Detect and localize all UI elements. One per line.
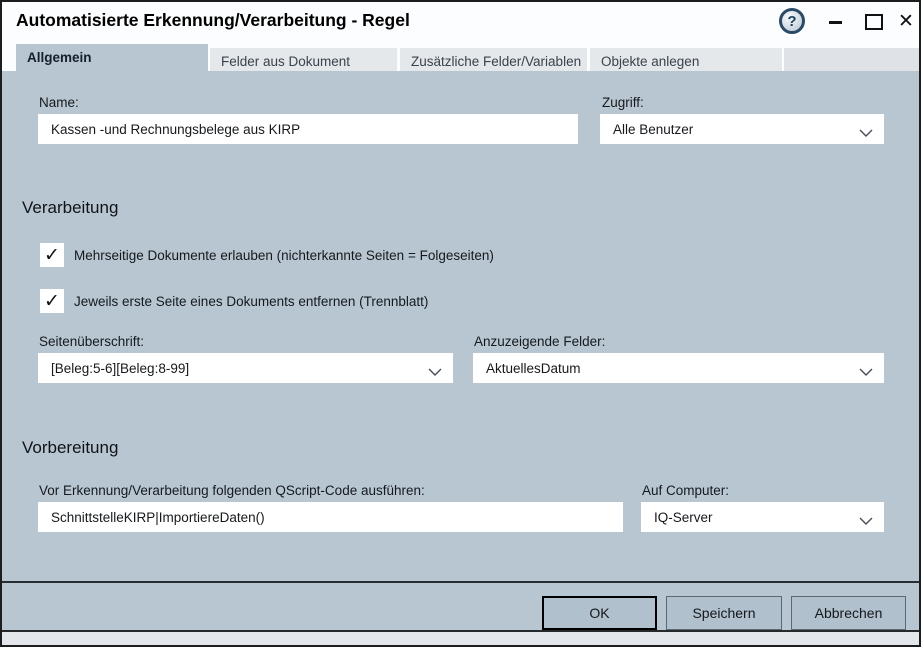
tab-strip-filler bbox=[784, 48, 919, 71]
speichern-button[interactable]: Speichern bbox=[666, 596, 782, 630]
checkmark-icon: ✓ bbox=[44, 244, 60, 267]
chevron-down-icon bbox=[859, 125, 873, 140]
seitenueberschrift-label: Seitenüberschrift: bbox=[39, 334, 144, 349]
window-title: Automatisierte Erkennung/Verarbeitung - … bbox=[16, 10, 410, 31]
zugriff-selected-value: Alle Benutzer bbox=[613, 122, 693, 137]
name-input[interactable] bbox=[38, 114, 578, 144]
maximize-button[interactable] bbox=[859, 8, 885, 34]
multipage-checkbox[interactable]: ✓ bbox=[40, 243, 64, 267]
close-button[interactable]: ✕ bbox=[893, 8, 919, 34]
question-mark-icon: ? bbox=[787, 13, 796, 30]
tab-felder-aus-dokument[interactable]: Felder aus Dokument bbox=[210, 48, 397, 71]
footer-separator bbox=[2, 581, 919, 583]
chevron-down-icon bbox=[859, 364, 873, 379]
qscript-input[interactable] bbox=[38, 502, 623, 532]
seitenueberschrift-selected-value: [Beleg:5-6][Beleg:8-99] bbox=[51, 361, 189, 376]
zugriff-dropdown[interactable]: Alle Benutzer bbox=[600, 114, 884, 144]
close-icon: ✕ bbox=[898, 10, 914, 33]
name-label: Name: bbox=[39, 95, 79, 110]
anzuzeigende-felder-selected-value: AktuellesDatum bbox=[486, 361, 581, 376]
ok-button[interactable]: OK bbox=[542, 596, 657, 630]
firstpage-checkbox[interactable]: ✓ bbox=[40, 289, 64, 313]
tab-allgemein[interactable]: Allgemein bbox=[16, 44, 208, 71]
tab-zusaetzliche-felder-variablen[interactable]: Zusätzliche Felder/Variablen bbox=[400, 48, 587, 71]
qscript-label: Vor Erkennung/Verarbeitung folgenden QSc… bbox=[39, 483, 425, 498]
dialog-window: Automatisierte Erkennung/Verarbeitung - … bbox=[0, 0, 921, 647]
vorbereitung-heading: Vorbereitung bbox=[22, 438, 118, 458]
zugriff-label: Zugriff: bbox=[602, 95, 644, 110]
auf-computer-selected-value: IQ-Server bbox=[654, 510, 713, 525]
auf-computer-dropdown[interactable]: IQ-Server bbox=[641, 502, 884, 532]
tab-objekte-anlegen[interactable]: Objekte anlegen bbox=[590, 48, 782, 71]
chevron-down-icon bbox=[859, 513, 873, 528]
bottom-strip bbox=[2, 630, 919, 645]
abbrechen-button[interactable]: Abbrechen bbox=[791, 596, 906, 630]
multipage-checkbox-label: Mehrseitige Dokumente erlauben (nichterk… bbox=[74, 248, 494, 263]
chevron-down-icon bbox=[428, 364, 442, 379]
help-button[interactable]: ? bbox=[779, 8, 805, 34]
checkmark-icon: ✓ bbox=[44, 290, 60, 313]
seitenueberschrift-dropdown[interactable]: [Beleg:5-6][Beleg:8-99] bbox=[38, 353, 453, 383]
minimize-button[interactable] bbox=[823, 8, 849, 34]
anzuzeigende-felder-dropdown[interactable]: AktuellesDatum bbox=[473, 353, 884, 383]
verarbeitung-heading: Verarbeitung bbox=[22, 198, 118, 218]
title-bar: Automatisierte Erkennung/Verarbeitung - … bbox=[2, 2, 919, 71]
anzuzeigende-felder-label: Anzuzeigende Felder: bbox=[474, 334, 605, 349]
auf-computer-label: Auf Computer: bbox=[642, 483, 729, 498]
firstpage-checkbox-label: Jeweils erste Seite eines Dokuments entf… bbox=[74, 294, 428, 309]
